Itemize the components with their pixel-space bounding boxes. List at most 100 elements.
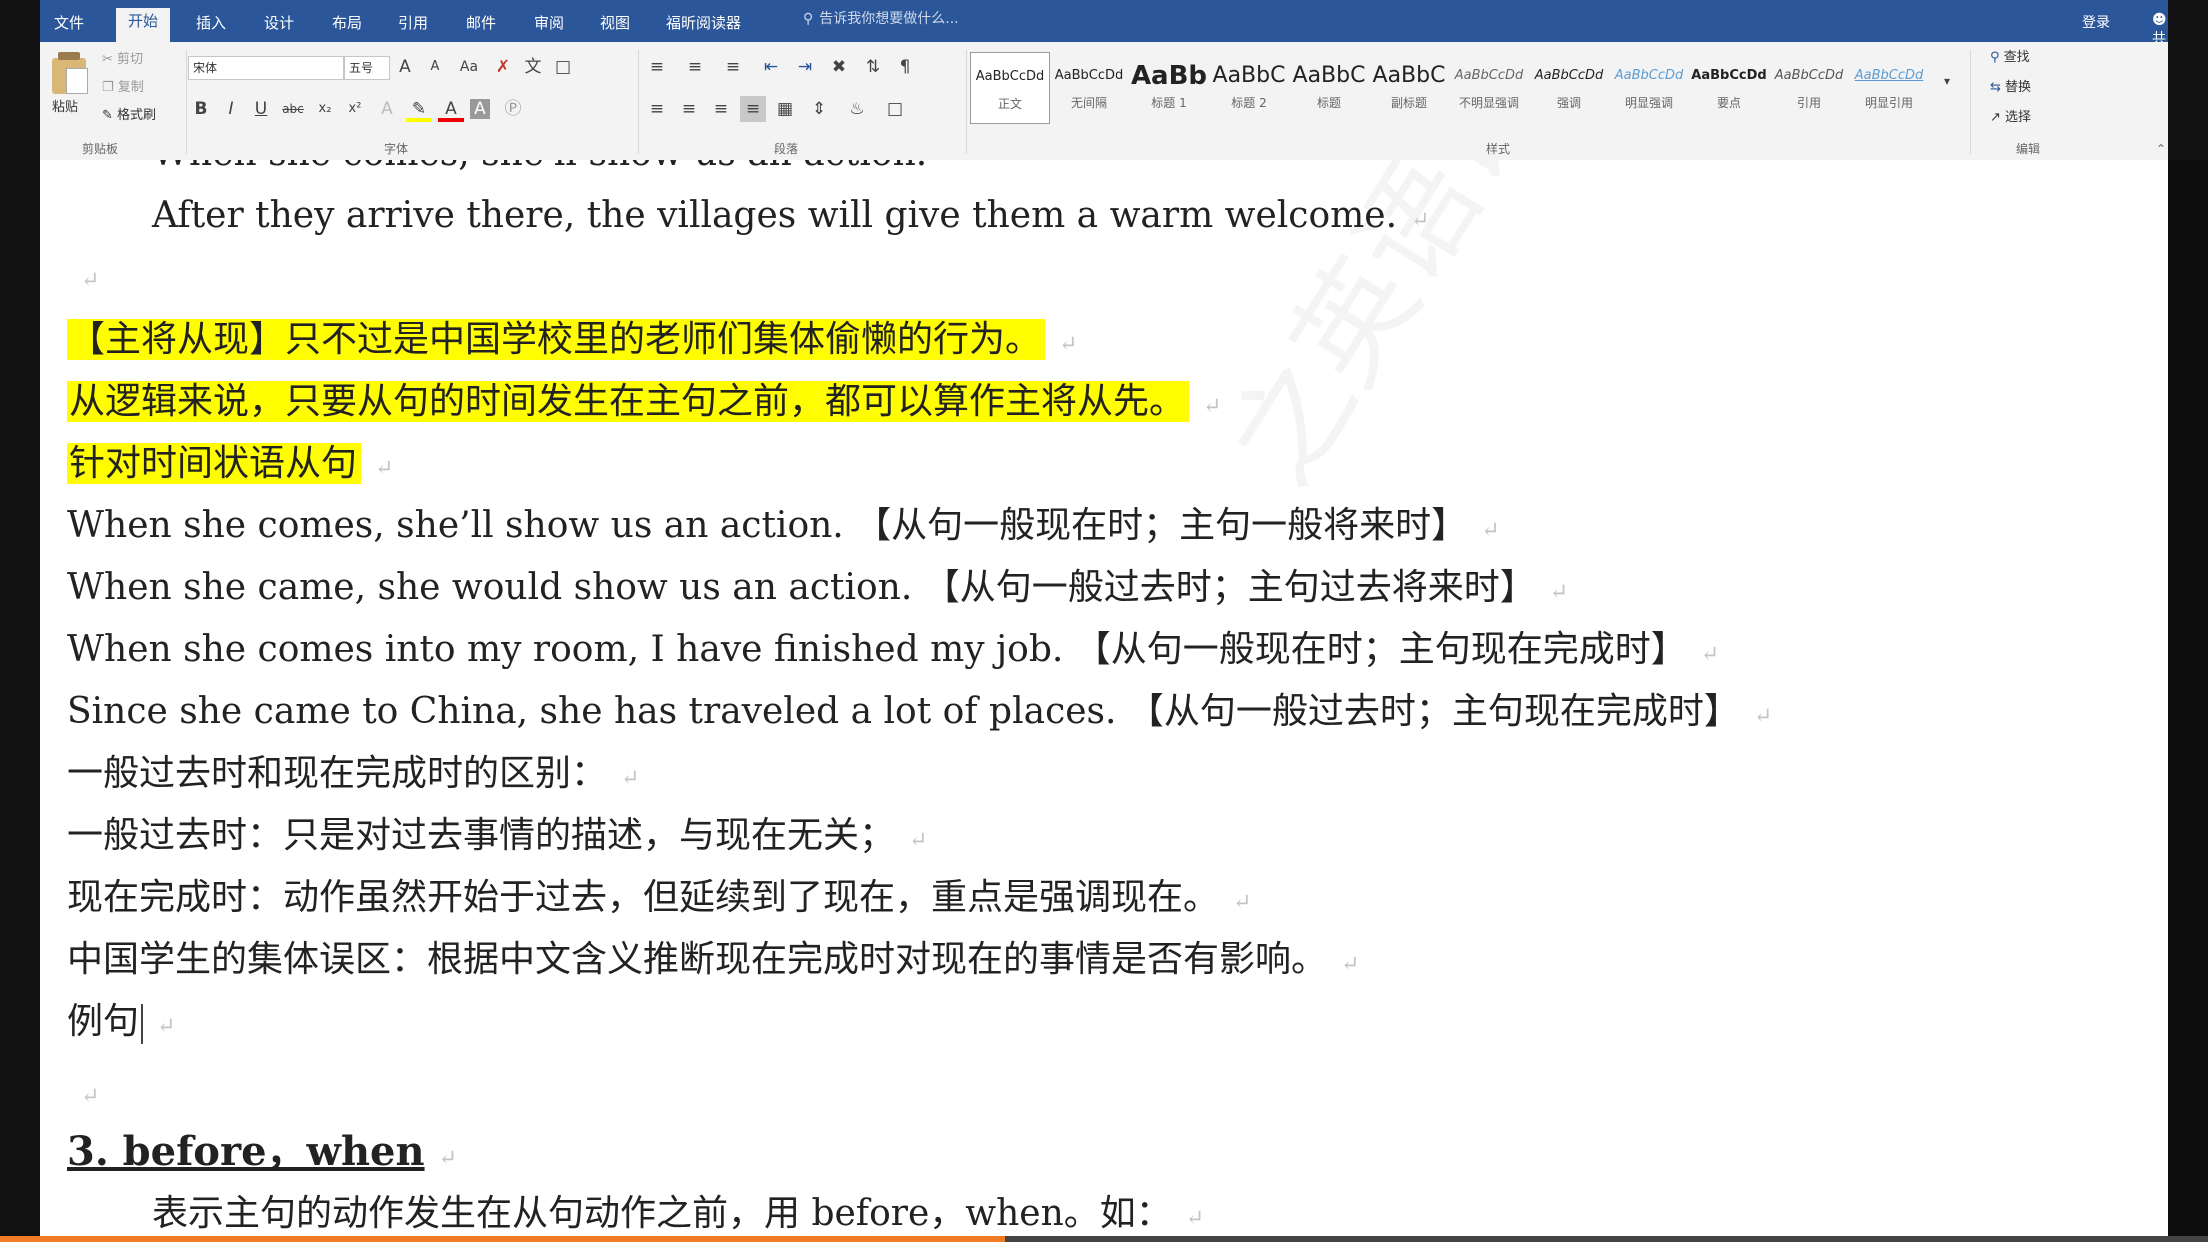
line-text: 一般过去时：只是对过去事情的描述，与现在无关； — [67, 815, 896, 856]
find-button[interactable]: ⚲ 查找 — [1990, 48, 2030, 68]
char-border-icon[interactable]: □ — [550, 54, 576, 80]
bold-icon[interactable]: B — [188, 96, 214, 122]
text-effects-icon[interactable]: A — [374, 96, 400, 122]
doc-line: After they arrive there, the villages wi… — [152, 190, 1429, 247]
tab-foxit-reader[interactable]: 福昕阅读器 — [654, 10, 753, 42]
phonetic-guide-icon[interactable]: 文 — [520, 54, 546, 80]
borders-icon[interactable]: □ — [882, 96, 908, 122]
tab-home[interactable]: 开始 — [116, 8, 171, 42]
font-group-label: 字体 — [384, 142, 409, 156]
style-heading-2[interactable]: AaBbC 标题 2 — [1210, 52, 1288, 122]
decrease-indent-icon[interactable]: ⇤ — [758, 54, 784, 80]
ribbon-home: 粘贴 ✂ 剪切 ❐ 复制 ✎ 格式刷 剪贴板 宋体 五号 A A Aa ✗ 文 … — [40, 42, 2168, 161]
distributed-icon[interactable]: ▦ — [772, 96, 798, 122]
vertical-scrollbar[interactable] — [2168, 160, 2208, 1236]
style-heading-1[interactable]: AaBb 标题 1 — [1130, 52, 1208, 122]
style-preview: AaBbCcDd — [1534, 68, 1604, 83]
doc-line-highlighted: 【主将从现】只不过是中国学校里的老师们集体偷懒的行为。 ↵ — [67, 314, 1077, 371]
paragraph-mark: ↵ — [1753, 704, 1773, 729]
show-marks-icon[interactable]: ¶ — [892, 54, 918, 80]
font-color-icon[interactable]: A — [438, 96, 464, 122]
collapse-ribbon-icon[interactable]: ⌃ — [2156, 142, 2166, 156]
ribbon-tab-bar: 文件 开始 插入 设计 布局 引用 邮件 审阅 视图 福昕阅读器 ⚲ 告诉我你想要… — [40, 0, 2168, 67]
multilevel-list-icon[interactable]: ≡ — [720, 54, 746, 80]
chinese-layout-icon[interactable]: ✖ — [826, 54, 852, 80]
styles-more-icon[interactable]: ▾ — [1934, 68, 1960, 94]
align-left-icon[interactable]: ≡ — [644, 96, 670, 122]
tell-me-search[interactable]: ⚲ 告诉我你想要做什么... — [803, 8, 959, 28]
tab-view[interactable]: 视图 — [588, 10, 642, 42]
separator — [638, 50, 639, 154]
style-intense-quote[interactable]: AaBbCcDd 明显引用 — [1850, 52, 1928, 122]
style-name: 标题 — [1316, 96, 1341, 110]
tab-references[interactable]: 引用 — [386, 10, 440, 42]
video-progress-bar[interactable] — [0, 1236, 1005, 1242]
style-name: 强调 — [1556, 96, 1581, 110]
style-normal[interactable]: AaBbCcDd 正文 — [970, 52, 1050, 124]
line-text: 表示主句的动作发生在从句动作之前，用 before，when。如： — [152, 1193, 1172, 1234]
grow-font-icon[interactable]: A — [392, 54, 418, 80]
doc-line: 现在完成时：动作虽然开始于过去，但延续到了现在，重点是强调现在。 ↵ — [67, 872, 1251, 929]
italic-icon[interactable]: I — [218, 96, 244, 122]
justify-icon[interactable]: ≡ — [740, 96, 766, 122]
underline-icon[interactable]: U — [248, 96, 274, 122]
paragraph-mark: ↵ — [1233, 890, 1252, 915]
numbering-icon[interactable]: ≡ — [682, 54, 708, 80]
style-intense-emphasis[interactable]: AaBbCcDd 明显强调 — [1610, 52, 1688, 122]
document-page[interactable]: 之英语语法进阶 When she comes, she'll show us a… — [40, 160, 2168, 1242]
paragraph-mark: ↵ — [621, 766, 640, 791]
tab-insert[interactable]: 插入 — [184, 10, 238, 42]
doc-line: 表示主句的动作发生在从句动作之前，用 before，when。如： ↵ — [152, 1188, 1204, 1242]
tab-mailings[interactable]: 邮件 — [454, 10, 508, 42]
style-emphasis[interactable]: AaBbCcDd 强调 — [1530, 52, 1608, 122]
line-text: When she comes into my room, I have fini… — [67, 629, 1687, 670]
align-center-icon[interactable]: ≡ — [676, 96, 702, 122]
tab-design[interactable]: 设计 — [252, 10, 306, 42]
tab-file[interactable]: 文件 — [42, 10, 96, 42]
select-button[interactable]: ↗ 选择 — [1990, 108, 2031, 128]
bullets-icon[interactable]: ≡ — [644, 54, 670, 80]
doc-line: 一般过去时和现在完成时的区别： ↵ — [67, 748, 639, 805]
superscript-icon[interactable]: x² — [342, 96, 368, 122]
doc-line: Since she came to China, she has travele… — [67, 686, 1772, 743]
highlighted-text: 【主将从现】只不过是中国学校里的老师们集体偷懒的行为。 — [67, 319, 1046, 360]
style-title[interactable]: AaBbC 标题 — [1290, 52, 1368, 122]
style-strong[interactable]: AaBbCcDd 要点 — [1690, 52, 1768, 122]
styles-group-label: 样式 — [1486, 142, 1511, 156]
style-preview: AaBbCcDd — [975, 69, 1045, 84]
doc-line-empty: ↵ — [67, 250, 99, 307]
line-spacing-icon[interactable]: ⇕ — [806, 96, 832, 122]
increase-indent-icon[interactable]: ⇥ — [792, 54, 818, 80]
paragraph-mark: ↵ — [375, 456, 394, 481]
style-name: 明显强调 — [1624, 96, 1673, 110]
font-name-select[interactable]: 宋体 — [188, 56, 344, 80]
style-subtitle[interactable]: AaBbC 副标题 — [1370, 52, 1448, 122]
format-painter-button[interactable]: ✎ 格式刷 — [102, 106, 156, 126]
cut-button[interactable]: ✂ 剪切 — [102, 50, 143, 70]
clear-format-icon[interactable]: ✗ — [490, 54, 516, 80]
enclose-char-icon[interactable]: Ⓟ — [500, 96, 526, 122]
tab-review[interactable]: 审阅 — [522, 10, 576, 42]
sort-icon[interactable]: ⇅ — [860, 54, 886, 80]
font-size-select[interactable]: 五号 — [344, 56, 390, 80]
style-no-spacing[interactable]: AaBbCcDd 无间隔 — [1050, 52, 1128, 122]
align-right-icon[interactable]: ≡ — [708, 96, 734, 122]
style-subtle-emphasis[interactable]: AaBbCcDd 不明显强调 — [1450, 52, 1528, 122]
style-name: 明显引用 — [1864, 96, 1913, 110]
strikethrough-icon[interactable]: abc — [280, 96, 306, 122]
style-quote[interactable]: AaBbCcDd 引用 — [1770, 52, 1848, 122]
subscript-icon[interactable]: x₂ — [312, 96, 338, 122]
shading-icon[interactable]: ♨ — [844, 96, 870, 122]
tab-layout[interactable]: 布局 — [320, 10, 374, 42]
style-preview: AaBbCcDd — [1054, 68, 1124, 83]
paragraph-mark: ↵ — [1059, 332, 1078, 357]
paste-icon[interactable] — [52, 52, 88, 94]
replace-button[interactable]: ⇆ 替换 — [1990, 78, 2031, 98]
shrink-font-icon[interactable]: A — [422, 54, 448, 80]
change-case-icon[interactable]: Aa — [456, 54, 482, 80]
sign-in-button[interactable]: 登录 — [2082, 12, 2110, 32]
copy-button[interactable]: ❐ 复制 — [102, 78, 144, 98]
char-shading-icon[interactable]: A — [470, 99, 490, 119]
highlight-icon[interactable]: ✎ — [406, 96, 432, 122]
paste-button[interactable]: 粘贴 — [52, 98, 78, 118]
